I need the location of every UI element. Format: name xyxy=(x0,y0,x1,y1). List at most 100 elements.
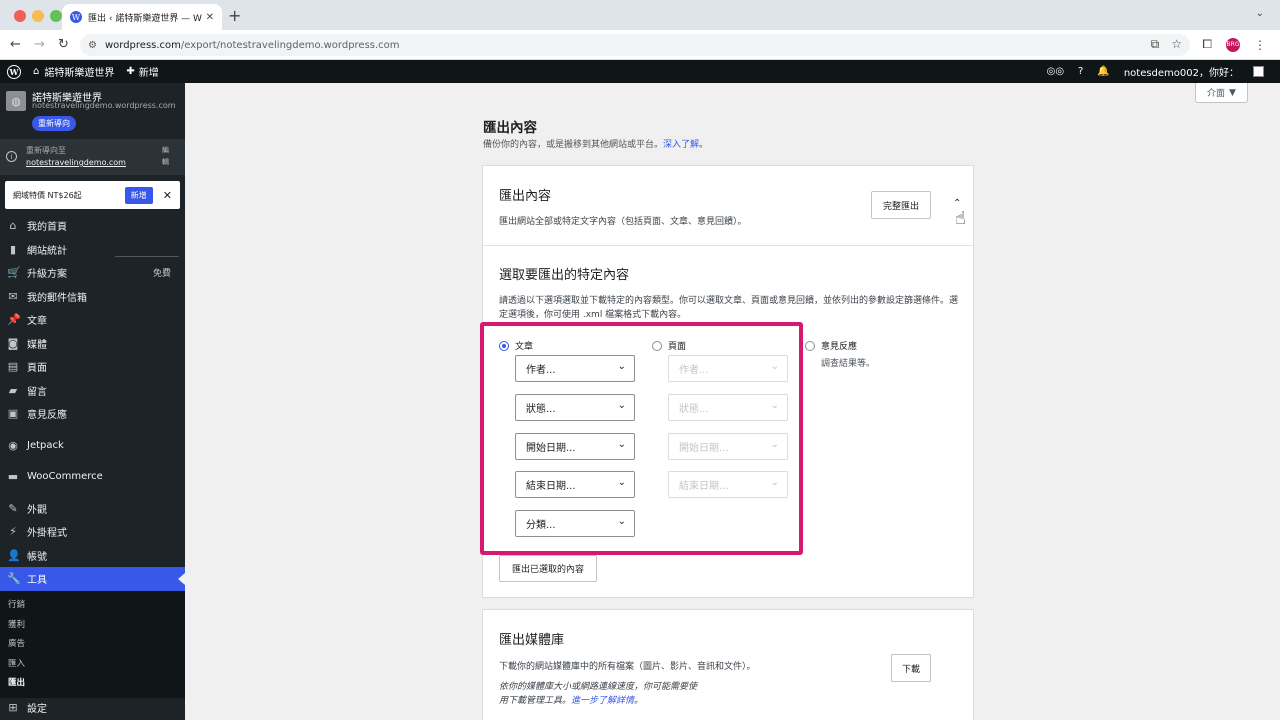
screen-options-button[interactable]: 介面 ▼ xyxy=(1195,83,1248,103)
page-subtitle: 備份你的內容，或是搬移到其他網站或平台。深入了解。 xyxy=(483,140,709,150)
submenu-item-marketing[interactable]: 行銷 xyxy=(0,595,185,615)
profile-avatar[interactable]: BRG xyxy=(1226,37,1240,52)
home-icon: ⌂ xyxy=(33,66,40,77)
sidebar-item-label: WooCommerce xyxy=(27,471,103,483)
info-icon: i xyxy=(6,151,17,162)
help-icon[interactable]: ? xyxy=(1078,66,1083,77)
sidebar-site-url: notestravelingdemo.wordpress.com xyxy=(32,101,176,110)
sidebar-item-plugins[interactable]: ⚡ 外掛程式 xyxy=(0,520,185,544)
tab-close-icon[interactable]: ✕ xyxy=(206,12,214,23)
sidebar-item-mailboxes[interactable]: ✉ 我的郵件信箱 xyxy=(0,285,185,309)
user-greeting[interactable]: notesdemo002，你好： xyxy=(1124,64,1239,79)
export-card-description: 匯出網站全部或特定文字內容（包括頁面、文章、意見回饋）。 xyxy=(499,217,747,227)
learn-more-link[interactable]: 深入了解 xyxy=(663,140,699,150)
sidebar-item-posts[interactable]: 📌 文章 xyxy=(0,308,185,332)
media-card-description: 下載你的網站媒體庫中的所有檔案（圖片、影片、音訊和文件）。 xyxy=(499,662,756,672)
sidebar-item-woocommerce[interactable]: ▬ WooCommerce xyxy=(0,465,185,489)
comment-icon: ▰ xyxy=(8,383,18,397)
download-media-button[interactable]: 下載 xyxy=(891,654,931,682)
admin-bar-new-label: 新增 xyxy=(138,68,159,79)
specific-content-heading: 選取要匯出的特定內容 xyxy=(499,268,630,283)
page-icon: ▤ xyxy=(7,360,19,374)
site-card[interactable]: ◍ 諾特斯樂遊世界 notestravelingdemo.wordpress.c… xyxy=(0,83,185,139)
new-tab-button[interactable]: + xyxy=(228,6,241,25)
browser-tab[interactable]: W 匯出 ‹ 諾特斯樂遊世界 — WordPress.com ✕ xyxy=(62,4,222,30)
sidebar-item-home[interactable]: ⌂ 我的首頁 xyxy=(0,214,185,238)
sidebar-item-settings[interactable]: ⊞ 設定 xyxy=(0,696,185,720)
tab-search-chevron-icon[interactable]: ⌄ xyxy=(1256,8,1264,19)
sidebar-item-upgrades[interactable]: 🛒 升級方案 免費 xyxy=(0,261,185,285)
sidebar-item-media[interactable]: ◙ 媒體 xyxy=(0,332,185,356)
extensions-puzzle-icon[interactable]: ⧠ xyxy=(1202,37,1212,52)
page-scrollbar[interactable] xyxy=(1272,83,1280,720)
feedback-icon: ▣ xyxy=(7,407,19,421)
redirect-badge: 重新導向 xyxy=(32,116,76,131)
sidebar-item-tools[interactable]: 🔧 工具 xyxy=(0,567,185,591)
browser-address-bar: ← → ↻ ⚙ wordpress.com/export/notestravel… xyxy=(0,30,1280,60)
export-selected-button[interactable]: 匯出已選取的內容 xyxy=(499,555,597,582)
maximize-window-button[interactable] xyxy=(50,10,62,22)
promo-close-icon[interactable]: ✕ xyxy=(163,189,172,202)
sidebar-item-stats[interactable]: ▮ 網站統計 xyxy=(0,238,185,262)
sidebar-item-comments[interactable]: ▰ 留言 xyxy=(0,379,185,403)
sidebar-item-label: 留言 xyxy=(27,386,47,398)
sidebar-item-jetpack[interactable]: ◉ Jetpack xyxy=(0,434,185,458)
admin-bar-new-button[interactable]: ✚ 新增 xyxy=(126,64,158,79)
promo-add-button[interactable]: 新增 xyxy=(124,186,153,204)
screen-options-label: 介面 xyxy=(1207,89,1226,99)
sidebar-menu: ⌂ 我的首頁 ▮ 網站統計 🛒 升級方案 免費 ✉ 我的郵件信箱 📌 文章 ◙ 媒體 ▤ 頁面 … xyxy=(0,214,185,698)
radio-feedback-control[interactable] xyxy=(805,340,815,351)
sidebar-item-label: 我的首頁 xyxy=(27,222,67,234)
full-export-button[interactable]: 完整匯出 xyxy=(871,191,931,219)
bookmark-star-icon[interactable]: ☆ xyxy=(1171,37,1182,52)
forward-arrow-icon[interactable]: → xyxy=(34,37,45,52)
reader-glasses-icon[interactable]: ◎◎ xyxy=(1047,66,1064,77)
site-globe-icon: ◍ xyxy=(6,91,26,111)
site-info-icon[interactable]: ⚙ xyxy=(88,40,97,51)
sidebar-item-feedback[interactable]: ▣ 意見反應 xyxy=(0,402,185,426)
jetpack-icon: ◉ xyxy=(8,438,18,452)
redirect-link[interactable]: notestravelingdemo.com xyxy=(26,158,126,167)
woo-icon: ▬ xyxy=(7,470,19,484)
radio-feedback[interactable]: 意見反應 xyxy=(805,339,857,352)
wordpress-favicon-icon: W xyxy=(70,11,82,23)
page-title: 匯出內容 xyxy=(483,120,537,136)
divider xyxy=(483,245,973,246)
highlight-annotation-box xyxy=(480,322,803,555)
redirect-notice: i 重新導向至 notestravelingdemo.com 編輯 xyxy=(0,139,185,175)
close-window-button[interactable] xyxy=(14,10,26,22)
open-in-app-icon[interactable]: ⧉ xyxy=(1151,37,1160,52)
redirect-edit-link[interactable]: 編輯 xyxy=(162,144,170,168)
media-card-note: 依你的媒體庫大小或網路連線速度，你可能需要使用下載管理工具。進一步了解詳情。 xyxy=(499,682,698,706)
plus-icon: ✚ xyxy=(126,66,135,77)
export-card-title: 匯出內容 xyxy=(499,189,552,204)
reload-icon[interactable]: ↻ xyxy=(58,37,69,52)
sidebar-item-label: 我的郵件信箱 xyxy=(27,292,87,304)
wordpress-logo-icon[interactable]: W xyxy=(7,64,21,79)
back-arrow-icon[interactable]: ← xyxy=(10,37,21,52)
redirect-label: 重新導向至 xyxy=(26,146,66,155)
stats-sparkline xyxy=(115,256,179,257)
user-icon: 👤 xyxy=(7,548,21,562)
sidebar-item-appearance[interactable]: ✎ 外觀 xyxy=(0,497,185,521)
media-learn-more-link[interactable]: 進一步了解詳情 xyxy=(571,696,634,706)
sidebar-item-account[interactable]: 👤 帳號 xyxy=(0,544,185,568)
submenu-item-monetize[interactable]: 獲利 xyxy=(0,614,185,634)
pointer-hand-cursor-icon: ☝ xyxy=(955,208,966,229)
sidebar-item-label: 意見反應 xyxy=(27,410,67,422)
notifications-bell-icon[interactable]: 🔔 xyxy=(1097,66,1109,77)
browser-menu-icon[interactable]: ⋮ xyxy=(1254,38,1266,52)
user-avatar[interactable] xyxy=(1253,66,1264,77)
admin-bar-site-name: 諾特斯樂遊世界 xyxy=(44,68,115,79)
submenu-item-import[interactable]: 匯入 xyxy=(0,653,185,673)
minimize-window-button[interactable] xyxy=(32,10,44,22)
submenu-item-ads[interactable]: 廣告 xyxy=(0,634,185,654)
submenu-item-export[interactable]: 匯出 xyxy=(0,673,185,693)
sidebar-item-pages[interactable]: ▤ 頁面 xyxy=(0,355,185,379)
radio-feedback-label: 意見反應 xyxy=(821,342,858,352)
sidebar-item-label: 網站統計 xyxy=(27,245,67,257)
sidebar-item-label: 媒體 xyxy=(27,339,47,351)
admin-bar-site-link[interactable]: ⌂ 諾特斯樂遊世界 xyxy=(33,64,114,79)
tab-title: 匯出 ‹ 諾特斯樂遊世界 — WordPress.com xyxy=(88,13,202,24)
url-input[interactable]: ⚙ wordpress.com/export/notestravelingdem… xyxy=(80,34,1190,56)
